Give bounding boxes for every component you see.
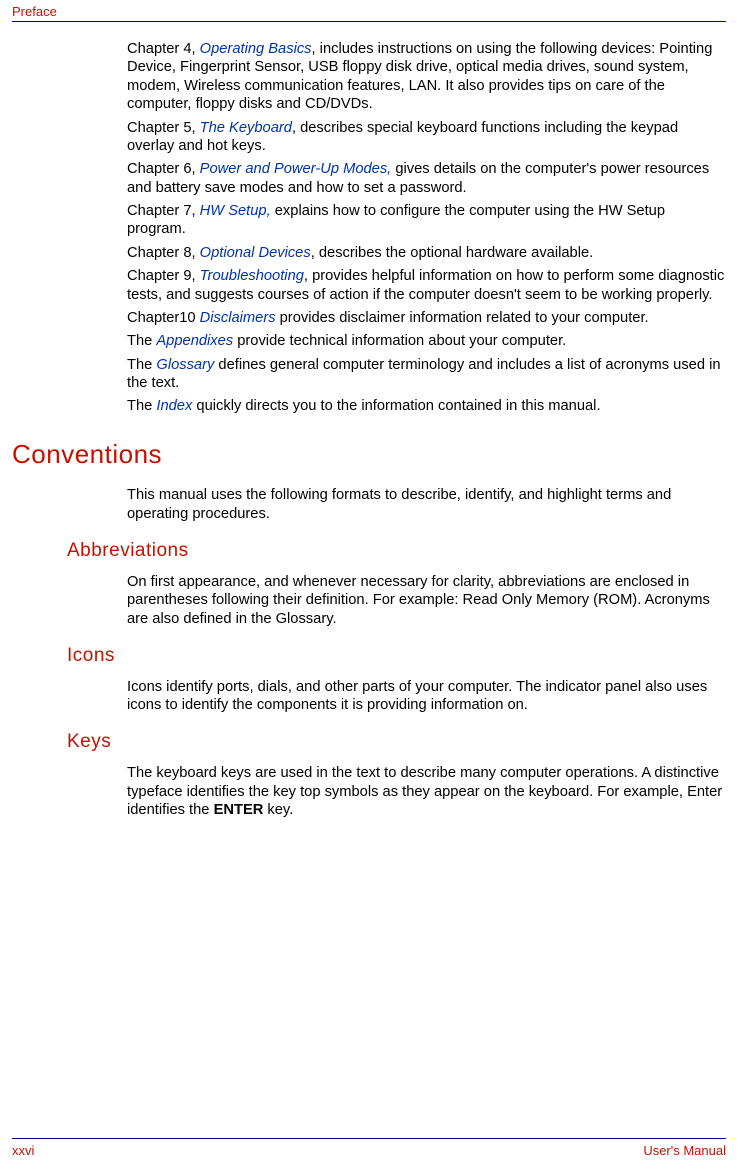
heading-abbreviations: Abbreviations [67,539,726,563]
paragraph-ch9: Chapter 9, Troubleshooting, provides hel… [127,267,726,304]
link-troubleshooting[interactable]: Troubleshooting [200,268,304,284]
text: Chapter 8, [127,245,200,261]
paragraph-ch5: Chapter 5, The Keyboard, describes speci… [127,119,726,156]
text: The [127,357,156,373]
paragraph-appendixes: The Appendixes provide technical informa… [127,332,726,350]
text: The [127,398,156,414]
text: provide technical information about your… [233,333,566,349]
paragraph-conventions: This manual uses the following formats t… [127,486,726,523]
link-hw-setup[interactable]: HW Setup, [200,203,271,219]
text: Chapter 4, [127,41,200,57]
paragraph-ch10: Chapter10 Disclaimers provides disclaime… [127,309,726,327]
text: defines general computer terminology and… [127,357,721,391]
text: Chapter 5, [127,120,200,136]
link-operating-basics[interactable]: Operating Basics [200,41,312,57]
paragraph-ch8: Chapter 8, Optional Devices, describes t… [127,244,726,262]
page-footer: xxvi User's Manual [12,1138,726,1158]
paragraph-ch6: Chapter 6, Power and Power-Up Modes, giv… [127,160,726,197]
heading-conventions: Conventions [12,438,726,471]
paragraph-glossary: The Glossary defines general computer te… [127,356,726,393]
paragraph-icons: Icons identify ports, dials, and other p… [127,678,726,715]
key-name-enter: ENTER [214,802,264,818]
text: key. [263,802,293,818]
paragraph-ch4: Chapter 4, Operating Basics, includes in… [127,40,726,114]
text: provides disclaimer information related … [276,310,649,326]
heading-keys: Keys [67,730,726,754]
link-power-modes[interactable]: Power and Power-Up Modes, [200,161,392,177]
page-number: xxvi [12,1143,34,1158]
footer-rule [12,1138,726,1139]
header-section-label: Preface [12,4,726,19]
manual-label: User's Manual [643,1143,726,1158]
page-content: Chapter 4, Operating Basics, includes in… [12,22,726,819]
link-optional-devices[interactable]: Optional Devices [200,245,311,261]
heading-icons: Icons [67,644,726,668]
paragraph-ch7: Chapter 7, HW Setup, explains how to con… [127,202,726,239]
text: The [127,333,156,349]
text: Chapter 9, [127,268,200,284]
link-the-keyboard[interactable]: The Keyboard [200,120,292,136]
text: Chapter10 [127,310,200,326]
link-index[interactable]: Index [156,398,192,414]
text: , describes the optional hardware availa… [311,245,594,261]
link-appendixes[interactable]: Appendixes [156,333,233,349]
paragraph-index: The Index quickly directs you to the inf… [127,397,726,415]
text: quickly directs you to the information c… [192,398,600,414]
paragraph-abbreviations: On first appearance, and whenever necess… [127,573,726,628]
text: Chapter 6, [127,161,200,177]
text: Chapter 7, [127,203,200,219]
link-disclaimers[interactable]: Disclaimers [200,310,276,326]
paragraph-keys: The keyboard keys are used in the text t… [127,764,726,819]
link-glossary[interactable]: Glossary [156,357,214,373]
